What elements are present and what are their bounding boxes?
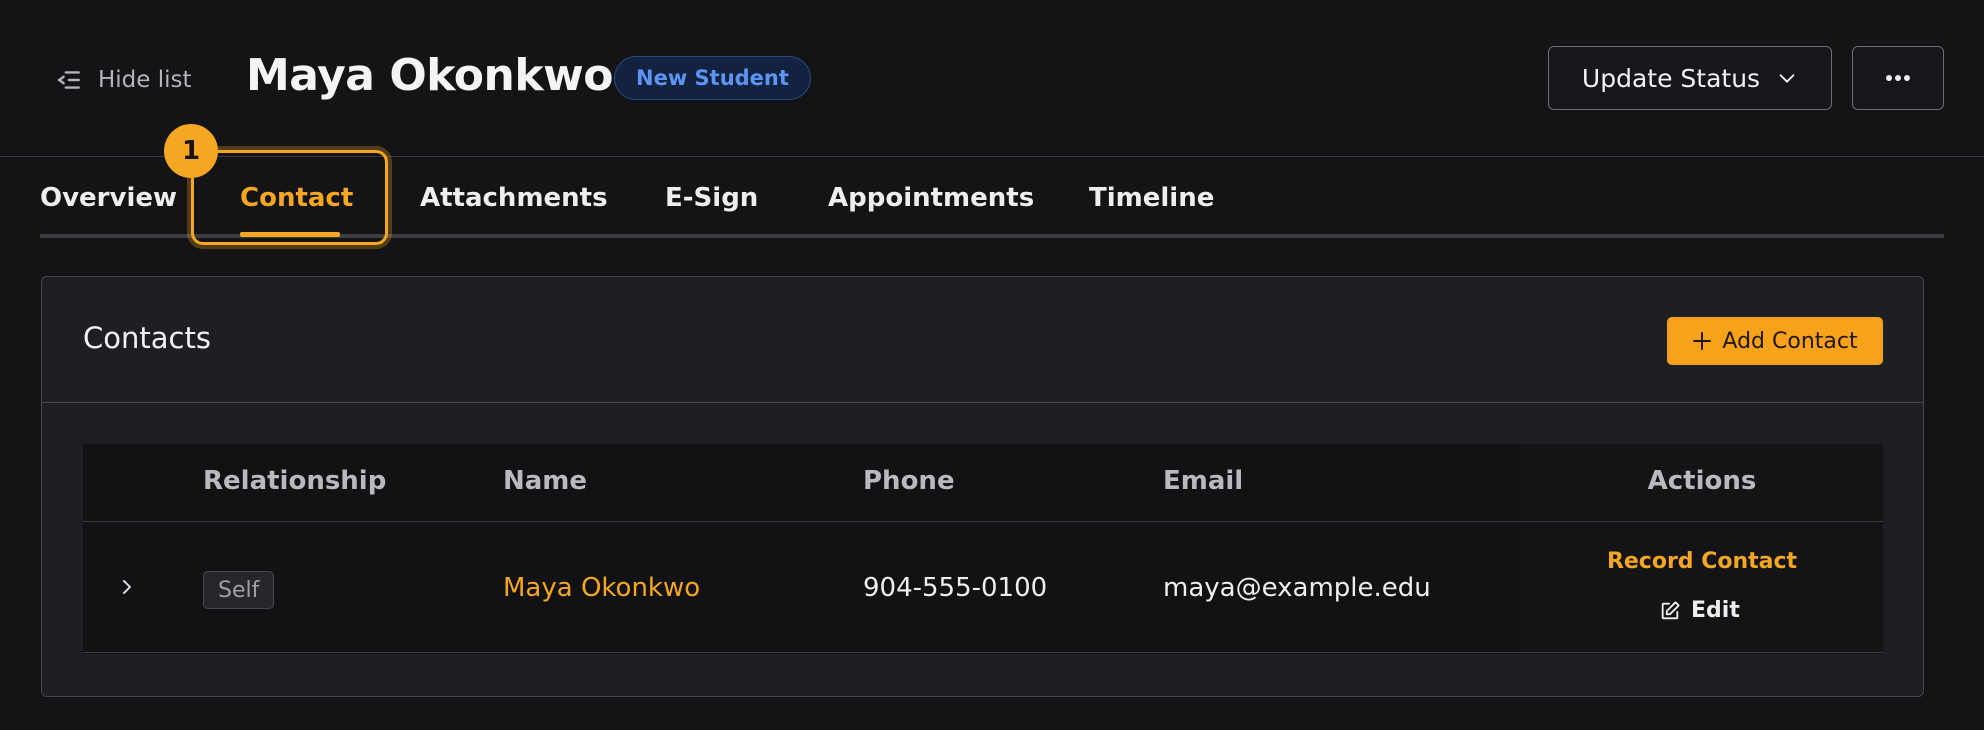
column-header-name: Name: [503, 466, 588, 496]
ellipsis-icon: [1886, 75, 1910, 81]
tab-appointments[interactable]: Appointments: [828, 183, 1034, 213]
update-status-label: Update Status: [1581, 63, 1761, 93]
update-status-button[interactable]: Update Status: [1548, 46, 1832, 110]
column-header-email: Email: [1163, 466, 1244, 496]
tab-highlight-outline: [191, 150, 388, 245]
edit-icon: [1661, 600, 1680, 619]
table-row: Self Maya Okonkwo 904-555-0100 maya@exam…: [83, 523, 1883, 653]
plus-icon: [1693, 332, 1712, 350]
hide-list-button[interactable]: Hide list: [56, 60, 192, 100]
relationship-tag: Self: [203, 571, 275, 609]
contacts-title: Contacts: [83, 321, 211, 355]
column-header-actions: Actions: [1647, 466, 1757, 496]
record-header: Hide list Maya Okonkwo New Student Updat…: [0, 0, 1984, 157]
status-badge: New Student: [614, 56, 811, 100]
contact-phone: 904-555-0100: [863, 573, 1048, 603]
list-collapse-icon: [57, 71, 80, 89]
chevron-down-icon: [1779, 74, 1795, 83]
contact-email: maya@example.edu: [1163, 573, 1431, 603]
add-contact-label: Add Contact: [1722, 328, 1858, 354]
tab-timeline[interactable]: Timeline: [1089, 183, 1214, 213]
record-contact-link[interactable]: Record Contact: [1521, 549, 1883, 574]
edit-button[interactable]: Edit: [1659, 598, 1740, 623]
page-title: Maya Okonkwo: [246, 50, 614, 101]
more-options-button[interactable]: [1852, 46, 1944, 110]
step-marker: 1: [164, 124, 218, 178]
column-header-phone: Phone: [863, 466, 955, 496]
contact-name-link[interactable]: Maya Okonkwo: [503, 573, 700, 603]
tab-attachments[interactable]: Attachments: [420, 183, 608, 213]
hide-list-label: Hide list: [98, 67, 192, 93]
table-header: Relationship Name Phone Email Actions: [83, 444, 1883, 522]
contacts-table: Relationship Name Phone Email Actions Se…: [83, 444, 1883, 654]
tab-esign[interactable]: E-Sign: [665, 183, 758, 213]
chevron-right-icon[interactable]: [117, 575, 137, 599]
tab-overview[interactable]: Overview: [40, 183, 177, 213]
contacts-card-header: Contacts Add Contact: [42, 277, 1923, 403]
edit-label: Edit: [1691, 598, 1740, 623]
column-header-relationship: Relationship: [203, 466, 387, 496]
contacts-card: Contacts Add Contact Relationship Name P…: [41, 276, 1924, 697]
add-contact-button[interactable]: Add Contact: [1667, 317, 1883, 365]
